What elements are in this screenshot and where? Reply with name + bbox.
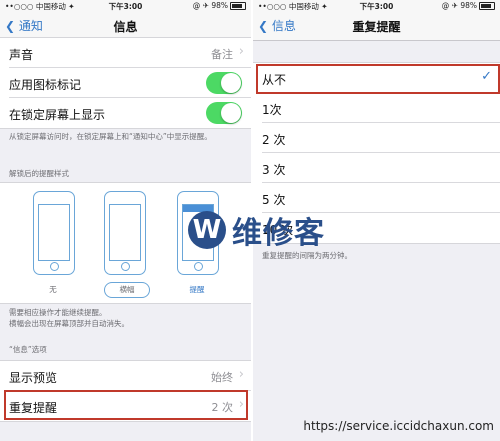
lock-note: 从锁定屏幕访问时，在锁定屏幕上和“通知中心”中显示提醒。 — [9, 132, 212, 141]
status-bar: ••○○○ 中国移动 ✦ 下午3:00 @ ✈ 98% — [253, 0, 500, 12]
highlight-box — [256, 64, 500, 94]
battery-icon — [479, 2, 495, 10]
home-button — [121, 262, 130, 271]
option-label: 2 次 — [262, 133, 286, 147]
chevron-right-icon: › — [238, 44, 244, 59]
row-label: 在锁定屏幕上显示 — [9, 108, 106, 122]
watermark-logo-icon: W — [188, 211, 226, 249]
option-3[interactable]: 3 次 — [253, 153, 500, 183]
status-right: @ ✈ 98% — [193, 1, 246, 10]
status-right: @ ✈ 98% — [442, 1, 495, 10]
row-value: 备注 — [211, 48, 233, 61]
style-banner-label: 横幅 — [104, 282, 150, 298]
status-bar: ••○○○ 中国移动 ✦ 下午3:00 @ ✈ 98% — [0, 0, 251, 12]
row-label: 应用图标标记 — [9, 78, 82, 92]
home-button — [50, 262, 59, 271]
option-2[interactable]: 2 次 — [253, 123, 500, 153]
banner-note: 需要相应操作才能继续提醒。 横幅会出现在屏幕顶部并自动消失。 — [9, 308, 129, 328]
lockscreen-toggle[interactable] — [206, 102, 242, 124]
option-label: 3 次 — [262, 163, 286, 177]
battery-icon — [230, 2, 246, 10]
nav-bar: ❮ 信息 重复提醒 — [253, 12, 500, 41]
badge-toggle[interactable] — [206, 72, 242, 94]
row-preview[interactable]: 显示预览 始终 › — [0, 361, 251, 391]
battery-text: @ ✈ 98% — [192, 1, 228, 10]
row-lockscreen: 在锁定屏幕上显示 — [0, 98, 251, 128]
style-header: 解锁后的提醒样式 — [9, 169, 69, 178]
phone-screen — [109, 204, 141, 261]
style-none-label: 无 — [49, 285, 57, 294]
home-button — [194, 262, 203, 271]
style-banner-phone[interactable] — [104, 191, 146, 275]
row-label: 显示预览 — [9, 371, 58, 385]
notification-settings-group: 声音 备注 › 应用图标标记 在锁定屏幕上显示 — [0, 37, 251, 129]
row-sound[interactable]: 声音 备注 › — [0, 38, 251, 68]
watermark-text: 维修客 — [232, 216, 325, 251]
watermark: W 维修客 — [188, 208, 325, 252]
battery-text: @ ✈ 98% — [441, 1, 477, 10]
row-badge: 应用图标标记 — [0, 68, 251, 98]
style-alert-label: 提醒 — [189, 285, 205, 294]
row-label: 声音 — [9, 48, 34, 62]
watermark-url: https://service.iccidchaxun.com — [303, 419, 494, 433]
option-1[interactable]: 1次 — [253, 93, 500, 123]
phone-screen — [38, 204, 70, 261]
chevron-right-icon: › — [238, 367, 244, 382]
page-title: 信息 — [113, 20, 138, 34]
option-label: 1次 — [262, 103, 282, 117]
page-title: 重复提醒 — [352, 20, 401, 34]
highlight-box — [4, 390, 248, 420]
row-value: 始终 — [211, 371, 233, 384]
options-header: “信息”选项 — [9, 345, 47, 354]
style-none-phone[interactable] — [33, 191, 75, 275]
option-label: 5 次 — [262, 193, 286, 207]
